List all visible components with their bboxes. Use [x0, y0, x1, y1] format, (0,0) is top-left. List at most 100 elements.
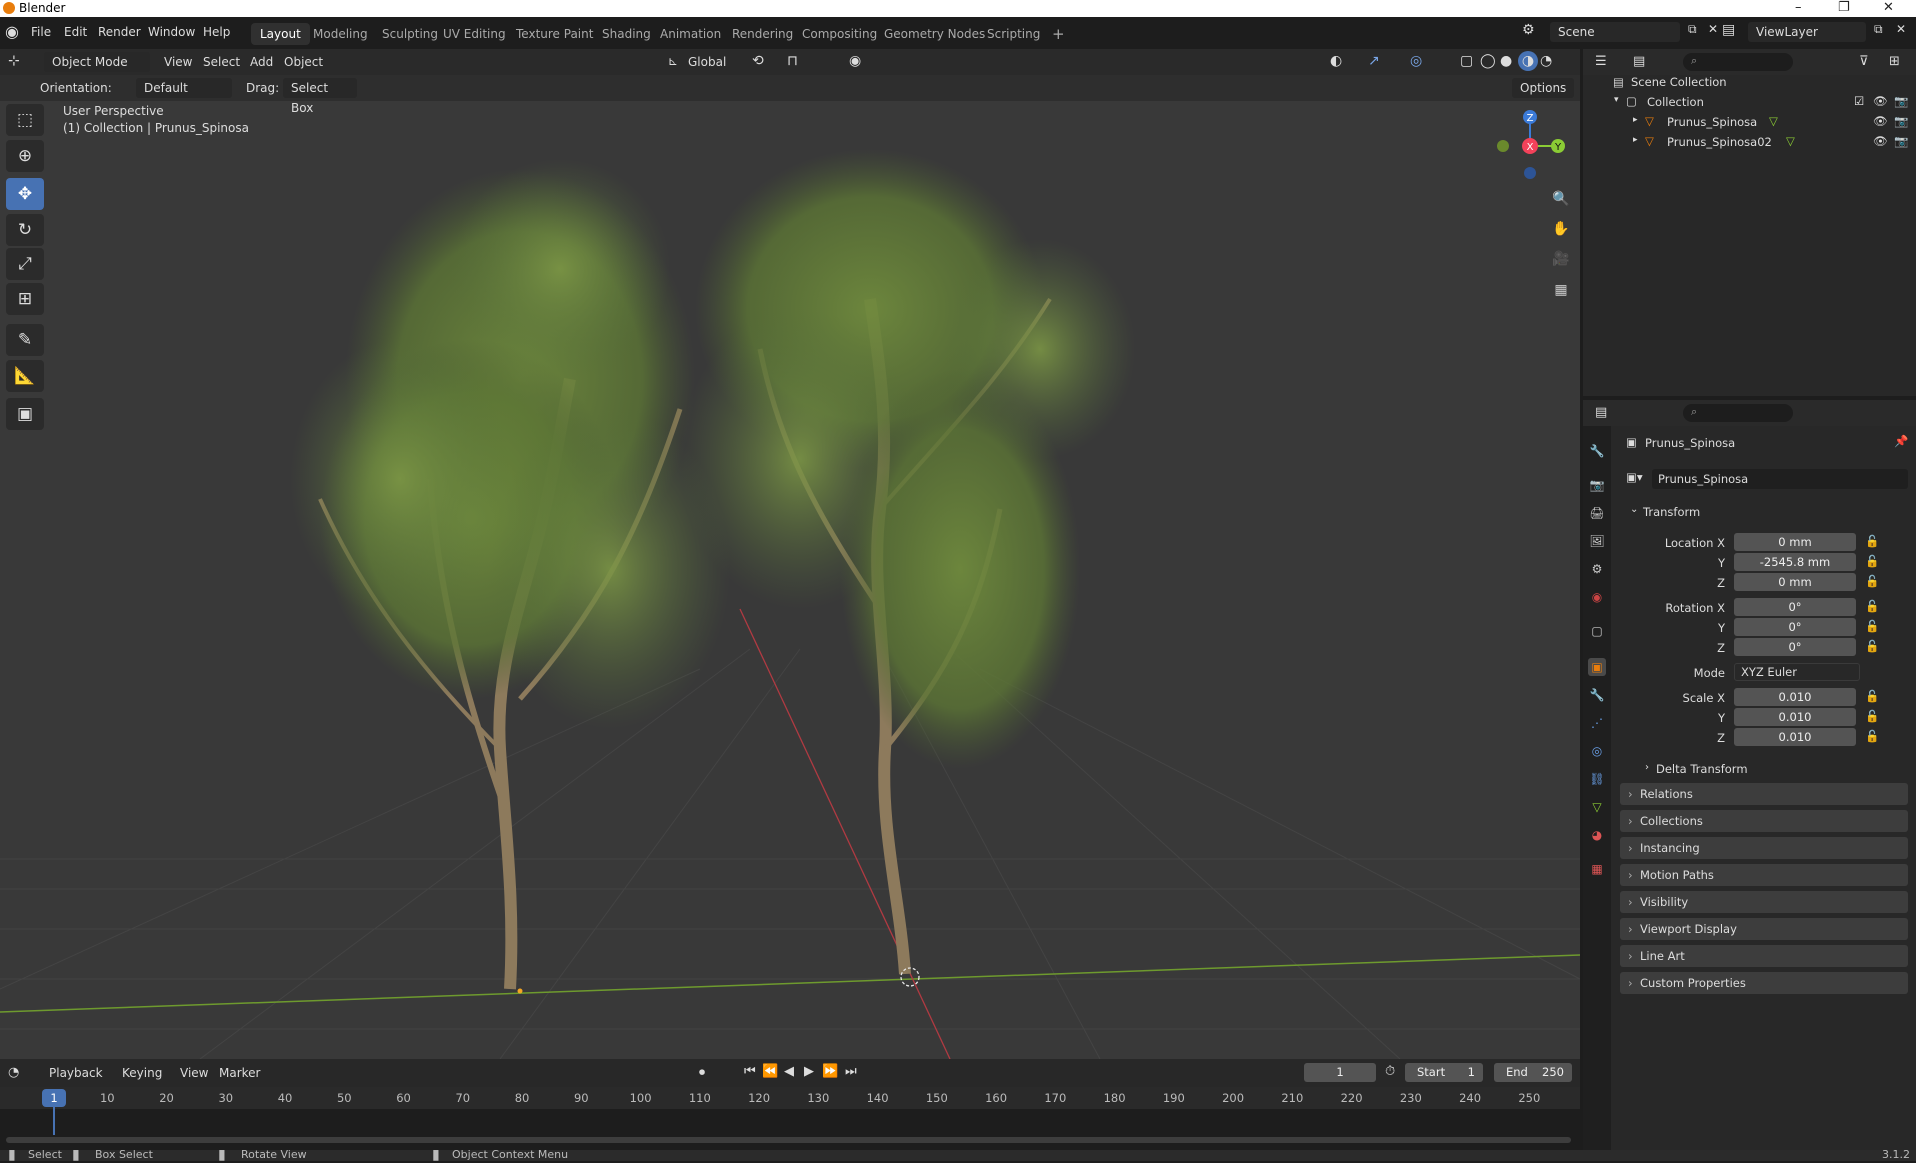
lock-icon[interactable]: 🔓 [1865, 639, 1879, 653]
scale-z-field[interactable]: 0.010 [1734, 728, 1856, 746]
transform-tool[interactable]: ⊞ [6, 283, 44, 315]
lock-icon[interactable]: 🔓 [1865, 599, 1879, 613]
viewlayer-selector[interactable]: ViewLayer [1748, 22, 1866, 42]
solid-shading-icon[interactable]: ● [1500, 53, 1512, 69]
transform-collapse-icon[interactable]: ⌄ [1630, 504, 1638, 515]
collection-tab-icon[interactable]: ▢ [1588, 622, 1606, 640]
current-frame-field[interactable]: 1 [1304, 1063, 1376, 1082]
options-dropdown[interactable]: Options [1512, 78, 1574, 98]
new-collection-icon[interactable]: ⊞ [1889, 54, 1900, 69]
lock-icon[interactable]: 🔓 [1865, 709, 1879, 723]
object2-visibility-icon[interactable]: 👁 [1873, 134, 1888, 148]
transform-orientation-dropdown[interactable]: Global [688, 55, 726, 69]
scene-collection-label[interactable]: Scene Collection [1631, 75, 1727, 89]
editor-type-icon[interactable]: ⊹ [8, 53, 20, 69]
tool-tab-icon[interactable]: 🔧 [1588, 442, 1606, 460]
data-tab-icon[interactable]: ▽ [1588, 798, 1606, 816]
pin-icon[interactable]: 📌 [1894, 434, 1908, 448]
scale-y-field[interactable]: 0.010 [1734, 708, 1856, 726]
prev-keyframe-icon[interactable]: ⏪ [762, 1064, 778, 1079]
xray-icon[interactable]: ▢ [1460, 53, 1473, 69]
minimize-button[interactable]: – [1795, 0, 1802, 16]
move-tool[interactable]: ✥ [6, 178, 44, 210]
visibility-icon[interactable]: ◐ [1330, 53, 1342, 69]
location-x-field[interactable]: 0 mm [1734, 533, 1856, 551]
viewport-menu-view[interactable]: View [164, 55, 192, 69]
material-shading-icon[interactable]: ◑ [1518, 51, 1538, 71]
display-mode-icon[interactable]: ▤ [1633, 54, 1645, 69]
new-scene-icon[interactable]: ⧉ [1688, 22, 1697, 37]
timeline-scrollbar[interactable] [6, 1137, 1571, 1143]
play-icon[interactable]: ▶ [804, 1064, 814, 1079]
object-mode-dropdown[interactable]: Object Mode [44, 52, 150, 72]
tab-compositing[interactable]: Compositing [793, 23, 886, 45]
transform-panel-title[interactable]: Transform [1643, 505, 1700, 519]
menu-edit[interactable]: Edit [64, 25, 87, 39]
annotate-tool[interactable]: ✎ [6, 324, 44, 356]
record-icon[interactable]: ⏺ [699, 1065, 705, 1080]
lock-icon[interactable]: 🔓 [1865, 534, 1879, 548]
timeline-menu-keying[interactable]: Keying [122, 1066, 162, 1080]
object2-render-icon[interactable]: 📷 [1894, 134, 1908, 148]
filter-icon[interactable]: ⊽ [1859, 54, 1869, 69]
timeline-menu-marker[interactable]: Marker [219, 1066, 260, 1080]
panel-visibility[interactable]: Visibility [1620, 891, 1908, 913]
tab-layout[interactable]: Layout [251, 23, 310, 45]
wireframe-shading-icon[interactable]: ◯ [1480, 53, 1496, 69]
delete-viewlayer-icon[interactable]: ✕ [1896, 22, 1906, 36]
timeline-menu-playback[interactable]: Playback [49, 1066, 103, 1080]
object-name-field[interactable]: Prunus_Spinosa [1652, 469, 1908, 489]
panel-line-art[interactable]: Line Art [1620, 945, 1908, 967]
view-layer-tab-icon[interactable]: 🖼 [1588, 532, 1606, 550]
rotate-tool[interactable]: ↻ [6, 214, 44, 246]
gizmo-toggle-icon[interactable]: ↗ [1368, 53, 1380, 69]
particles-tab-icon[interactable]: ⋰ [1588, 714, 1606, 732]
viewport-menu-select[interactable]: Select [203, 55, 240, 69]
jump-end-icon[interactable]: ⏭ [845, 1064, 857, 1079]
location-y-field[interactable]: -2545.8 mm [1734, 553, 1856, 571]
render-tab-icon[interactable]: 📷 [1588, 476, 1606, 494]
delta-transform-subpanel[interactable]: Delta Transform [1656, 762, 1748, 776]
constraints-tab-icon[interactable]: ⛓ [1588, 770, 1606, 788]
start-frame-field[interactable]: Start 1 [1405, 1063, 1483, 1082]
viewport-menu-object[interactable]: Object [284, 55, 323, 69]
timeline-editor-icon[interactable]: ◔ [8, 1065, 19, 1080]
delete-scene-icon[interactable]: ✕ [1708, 22, 1718, 36]
add-workspace-button[interactable]: + [1043, 23, 1074, 45]
collection-render-icon[interactable]: 📷 [1894, 94, 1908, 108]
play-reverse-icon[interactable]: ◀ [784, 1064, 794, 1079]
scale-tool[interactable]: ⤢ [6, 248, 44, 280]
tab-scripting[interactable]: Scripting [978, 23, 1049, 45]
next-keyframe-icon[interactable]: ⏩ [822, 1064, 838, 1079]
collection-label[interactable]: Collection [1647, 95, 1704, 109]
cursor-tool[interactable]: ⊕ [6, 140, 44, 172]
lock-icon[interactable]: 🔓 [1865, 689, 1879, 703]
panel-viewport-display[interactable]: Viewport Display [1620, 918, 1908, 940]
navigation-gizmo[interactable]: Z Y X [1488, 101, 1568, 181]
scene-tab-icon[interactable]: ⚙ [1588, 560, 1606, 578]
rotation-mode-dropdown[interactable]: XYZ Euler [1734, 663, 1860, 681]
drag-dropdown[interactable]: Select Box [283, 78, 357, 115]
lock-icon[interactable]: 🔓 [1865, 729, 1879, 743]
menu-file[interactable]: File [31, 25, 51, 39]
panel-collections[interactable]: Collections [1620, 810, 1908, 832]
lock-icon[interactable]: 🔓 [1865, 554, 1879, 568]
object-data-icon[interactable]: ▣▾ [1626, 470, 1643, 484]
new-viewlayer-icon[interactable]: ⧉ [1874, 22, 1883, 37]
menu-window[interactable]: Window [148, 25, 195, 39]
object1-expand-icon[interactable]: ▸ [1633, 115, 1638, 125]
outliner-object-prunus-spinosa[interactable]: Prunus_Spinosa [1667, 115, 1757, 129]
collection-visibility-icon[interactable]: 👁 [1873, 94, 1888, 108]
overlay-toggle-icon[interactable]: ◎ [1410, 53, 1422, 69]
panel-relations[interactable]: Relations [1620, 783, 1908, 805]
select-box-tool[interactable]: ⬚ [6, 104, 44, 136]
tab-geometry-nodes[interactable]: Geometry Nodes [875, 23, 994, 45]
material-tab-icon[interactable]: ◕ [1588, 826, 1606, 844]
tab-texture-paint[interactable]: Texture Paint [507, 23, 602, 45]
pan-hand-icon[interactable]: ✋ [1549, 217, 1573, 241]
panel-instancing[interactable]: Instancing [1620, 837, 1908, 859]
world-tab-icon[interactable]: ◉ [1588, 588, 1606, 606]
delta-transform-expand-icon[interactable]: › [1645, 762, 1649, 773]
end-frame-field[interactable]: End 250 [1494, 1063, 1572, 1082]
properties-editor-icon[interactable]: ▤ [1595, 405, 1607, 420]
